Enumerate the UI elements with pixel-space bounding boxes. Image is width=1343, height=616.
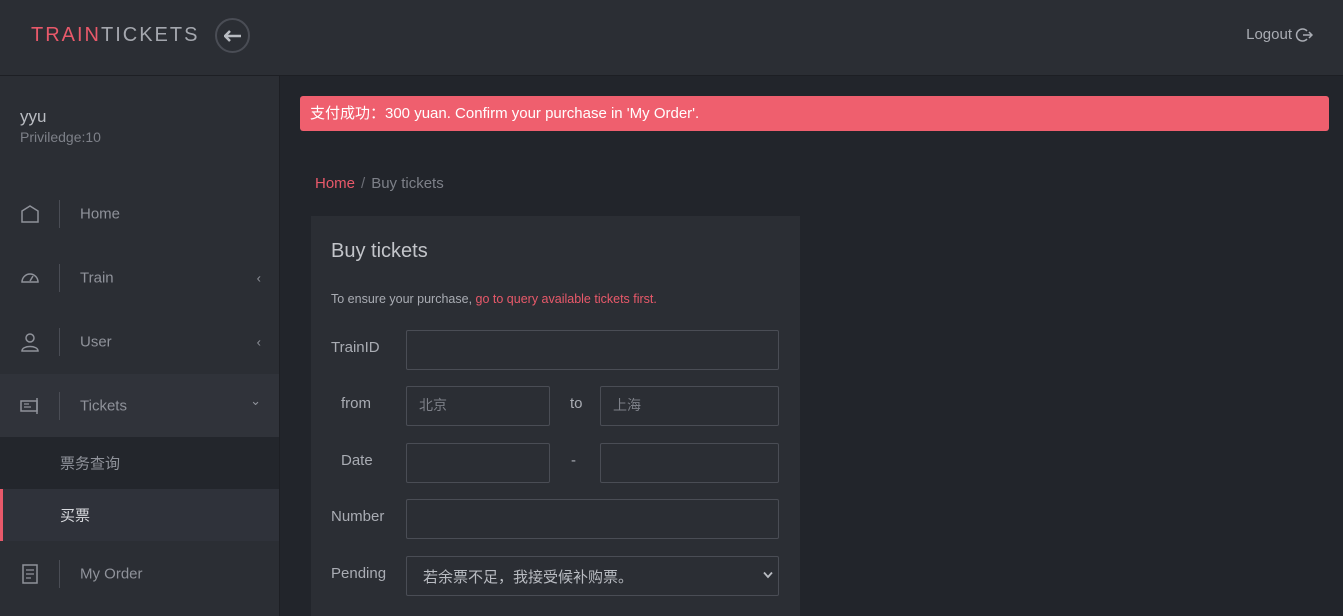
sidebar-item-home[interactable]: Home [0, 182, 279, 246]
date-separator: - [571, 452, 576, 469]
sidebar-subitem-buy-ticket[interactable]: 买票 [0, 489, 279, 541]
nav-separator [59, 328, 60, 356]
ticket-icon [20, 398, 38, 414]
user-icon [21, 333, 39, 352]
pending-selected-value: 若余票不足，我接受候补购票。 [423, 567, 634, 586]
breadcrumb-separator: / [361, 175, 366, 192]
user-name: yyu [20, 107, 47, 126]
hint-text: To ensure your purchase, [331, 292, 476, 306]
pending-label: Pending [331, 565, 387, 582]
from-label: from [341, 395, 371, 412]
sidebar-subitem-ticket-query[interactable]: 票务查询 [0, 437, 279, 489]
card-title: Buy tickets [331, 240, 428, 262]
top-header: TRAINTICKETS Logout [0, 0, 1343, 76]
breadcrumb-current: Buy tickets [371, 175, 444, 192]
nav-separator [59, 560, 60, 588]
nav-separator [59, 392, 60, 420]
receipt-icon [22, 564, 38, 584]
success-alert: 支付成功：300 yuan. Confirm your purchase in … [300, 96, 1329, 131]
sidebar-item-label: Home [80, 205, 121, 223]
sidebar-item-label: My Order [80, 565, 143, 583]
to-input[interactable] [600, 386, 779, 426]
query-tickets-link[interactable]: go to query available tickets first. [476, 292, 657, 306]
logo-text-train: TRAIN [31, 24, 101, 46]
date-end-input[interactable] [600, 443, 779, 483]
sidebar-item-tickets[interactable]: Tickets ⌄ [0, 374, 279, 438]
sidebar-item-my-order[interactable]: My Order [0, 542, 279, 606]
nav-separator [59, 264, 60, 292]
user-info: yyu Priviledge:10 [20, 107, 101, 145]
number-input[interactable] [406, 499, 779, 539]
buy-tickets-card: Buy tickets To ensure your purchase, go … [311, 216, 800, 616]
chevron-left-icon: ‹ [256, 270, 261, 286]
sidebar-subitem-label: 票务查询 [60, 455, 121, 473]
chevron-down-icon: ⌄ [250, 393, 261, 408]
chevron-down-icon [763, 569, 773, 582]
logout-label: Logout [1246, 26, 1292, 43]
sidebar-subitem-label: 买票 [60, 507, 91, 525]
nav-separator [59, 200, 60, 228]
app-logo[interactable]: TRAINTICKETS [31, 24, 199, 46]
breadcrumb: Home / Buy tickets [315, 175, 444, 192]
card-hint: To ensure your purchase, go to query ava… [331, 292, 657, 306]
sidebar-item-label: Tickets [80, 397, 127, 415]
date-label: Date [341, 452, 373, 469]
trainid-label: TrainID [331, 339, 380, 356]
sidebar-item-label: User [80, 333, 112, 351]
from-input[interactable] [406, 386, 550, 426]
user-privilege: Priviledge:10 [20, 129, 101, 145]
breadcrumb-home-link[interactable]: Home [315, 175, 355, 192]
sidebar-item-user[interactable]: User ‹ [0, 310, 279, 374]
number-label: Number [331, 508, 385, 525]
chevron-left-icon: ‹ [256, 334, 261, 350]
trainid-input[interactable] [406, 330, 779, 370]
logout-button[interactable]: Logout [1246, 26, 1313, 43]
logout-icon [1295, 27, 1313, 42]
home-icon [21, 205, 39, 223]
pending-select[interactable]: 若余票不足，我接受候补购票。 [406, 556, 779, 596]
gauge-icon [21, 273, 39, 283]
to-label: to [570, 395, 583, 412]
date-start-input[interactable] [406, 443, 550, 483]
sidebar-item-train[interactable]: Train ‹ [0, 246, 279, 310]
sidebar-item-label: Train [80, 269, 114, 287]
arrow-left-icon[interactable] [215, 18, 250, 53]
logo-text-tickets: TICKETS [101, 24, 200, 46]
sidebar: yyu Priviledge:10 Home Train ‹ User ‹ Ti… [0, 76, 280, 616]
